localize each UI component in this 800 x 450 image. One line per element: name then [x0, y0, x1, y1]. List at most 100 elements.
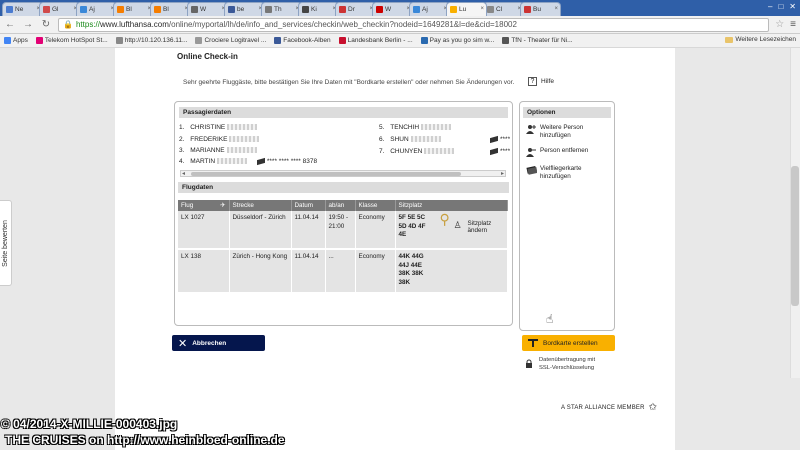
browser-tab[interactable]: Bl×	[113, 2, 154, 16]
passenger-name: CHRISTINE	[190, 124, 226, 131]
bookmark-label: Facebook-Alben	[283, 37, 331, 44]
add-frequent-flyer-option[interactable]: Vielfliegerkarte hinzufügen	[526, 165, 608, 181]
bookmark-star-icon[interactable]: ☆	[775, 19, 784, 30]
tab-label: Ki	[311, 6, 317, 13]
passenger-name: FREDERIKE	[190, 136, 228, 143]
flight-class: Economy	[355, 249, 396, 294]
bookmark-favicon-icon	[502, 37, 510, 44]
scroll-right-icon[interactable]: ▸	[501, 170, 504, 177]
browser-tab[interactable]: Bl×	[150, 2, 191, 16]
table-row: LX 138 Zürich - Hong Kong 11.04.14 ... E…	[178, 249, 508, 294]
other-bookmarks[interactable]: Weitere Lesezeichen	[725, 36, 796, 43]
bookmark-item[interactable]: Apps	[4, 37, 28, 44]
bookmark-item[interactable]: Landesbank Berlin - ...	[338, 37, 413, 44]
browser-tab[interactable]: Ne×	[2, 2, 43, 16]
tab-label: Bl	[163, 6, 169, 13]
browser-tab[interactable]: W×	[187, 2, 228, 16]
passenger-name: CHUNYEN	[390, 148, 423, 155]
browser-tab[interactable]: Bu ×	[520, 2, 561, 16]
tab-label: Cl	[496, 6, 503, 13]
browser-tab[interactable]: Aj×	[409, 2, 450, 16]
scroll-left-icon[interactable]: ◂	[182, 170, 185, 177]
close-window-icon[interactable]: ✕	[789, 2, 796, 11]
minimize-icon[interactable]: –	[768, 2, 772, 11]
passenger-item: 1. CHRISTINE	[179, 124, 258, 131]
cancel-button[interactable]: ✕ Abbrechen	[172, 335, 265, 351]
passenger-number: 1.	[179, 124, 185, 131]
passenger-number: 5.	[379, 124, 385, 131]
add-person-option[interactable]: Weitere Person hinzufügen	[526, 124, 606, 140]
create-boarding-pass-button[interactable]: Bordkarte erstellen	[522, 335, 615, 351]
lock-icon: 🔒	[63, 20, 73, 29]
passenger-name: TENCHIH	[390, 124, 420, 131]
bookmark-favicon-icon	[338, 37, 346, 44]
tab-favicon-icon	[228, 6, 235, 13]
scrollbar-thumb[interactable]	[791, 166, 799, 306]
flight-route: Düsseldorf - Zürich	[229, 211, 292, 250]
cancel-label: Abbrechen	[192, 339, 227, 347]
watermark-line-2: THE CRUISES on http://www.heinbloed-onli…	[5, 433, 285, 447]
help-link[interactable]: ? Hilfe	[528, 77, 554, 86]
menu-icon[interactable]: ≡	[790, 19, 796, 30]
passenger-name: MARIANNE	[190, 147, 225, 154]
bookmarks-bar: Apps Telekom HotSpot St... http://10.120.1…	[0, 34, 800, 48]
remove-person-option[interactable]: Person entfernen	[526, 147, 606, 157]
browser-tab[interactable]: Cl ×	[483, 2, 524, 16]
bookmark-favicon-icon	[35, 37, 43, 44]
close-icon: ✕	[178, 337, 188, 350]
tab-label: Aj	[89, 6, 95, 13]
hscroll-thumb[interactable]	[191, 172, 461, 176]
seat-change-link[interactable]: Sitzplatz ändern	[468, 220, 498, 234]
tab-label: Ne	[15, 6, 24, 13]
browser-tab[interactable]: Gl×	[39, 2, 80, 16]
passenger-hscroll[interactable]: ◂ ▸	[180, 170, 506, 177]
bookmark-label: http://10.120.136.11...	[124, 37, 188, 44]
tab-close-icon[interactable]: ×	[480, 6, 484, 12]
card-number: ****	[500, 136, 511, 143]
browser-tab-bar: Ne×Gl×Aj×Bl×Bl×W×be×Th×Ki×Dr×W×Aj×Lu×Cl×…	[0, 0, 800, 16]
card-number: ****	[500, 148, 511, 155]
address-bar[interactable]: 🔒 https:// www.lufthansa.com /online/myp…	[58, 17, 770, 32]
help-icon: ?	[528, 77, 537, 86]
browser-tab[interactable]: be×	[224, 2, 265, 16]
bookmark-item[interactable]: TfN - Theater für Ni...	[502, 37, 573, 44]
passenger-number: 7.	[379, 148, 385, 155]
browser-tab[interactable]: Aj×	[76, 2, 117, 16]
browser-tab[interactable]: Th×	[261, 2, 302, 16]
seat-icon[interactable]: ♙	[454, 221, 462, 230]
bookmark-item[interactable]: Telekom HotSpot St...	[35, 37, 108, 44]
rate-page-tab[interactable]: Seite bewerten	[0, 200, 12, 286]
passenger-number: 6.	[379, 136, 385, 143]
browser-tab[interactable]: Ki×	[298, 2, 339, 16]
tab-label: Lu	[459, 6, 467, 13]
bookmark-favicon-icon	[274, 37, 282, 44]
flights-header-row: Flug ✈ Strecke Datum ab/an Klasse Sitzpl…	[178, 200, 508, 211]
bookmark-item[interactable]: Facebook-Alben	[274, 37, 331, 44]
add-person-icon	[526, 125, 536, 134]
tab-label: Dr	[348, 6, 355, 13]
passenger-number: 3.	[179, 147, 185, 154]
reload-icon[interactable]: ↻	[40, 19, 52, 31]
bookmark-item[interactable]: Pay as you go sim w...	[420, 37, 494, 44]
credit-card-item: ****	[490, 147, 511, 155]
add-frequent-flyer-label: Vielfliegerkarte hinzufügen	[540, 165, 582, 180]
tab-close-icon[interactable]: ×	[554, 6, 558, 12]
bookmark-favicon-icon	[115, 37, 123, 44]
browser-tab[interactable]: W×	[372, 2, 413, 16]
boarding-pass-icon	[528, 339, 538, 347]
flight-date: 11.04.14	[291, 211, 326, 250]
bookmark-item[interactable]: Crociere Logitravel ...	[195, 37, 266, 44]
browser-toolbar: ← → ↻ 🔒 https:// www.lufthansa.com /onli…	[0, 16, 800, 34]
redacted-surname	[421, 124, 452, 131]
tab-favicon-icon	[191, 6, 198, 13]
passenger-item: 3. MARIANNE	[179, 147, 257, 154]
bookmark-item[interactable]: http://10.120.136.11...	[115, 37, 188, 44]
maximize-icon[interactable]: □	[778, 2, 783, 11]
forward-icon[interactable]: →	[22, 19, 34, 31]
tab-label: Aj	[422, 6, 428, 13]
browser-tab[interactable]: Dr×	[335, 2, 376, 16]
back-icon[interactable]: ←	[4, 19, 16, 31]
redacted-surname	[424, 148, 455, 155]
browser-tab[interactable]: Lu ×	[446, 2, 487, 16]
page-scrollbar[interactable]	[790, 48, 800, 378]
